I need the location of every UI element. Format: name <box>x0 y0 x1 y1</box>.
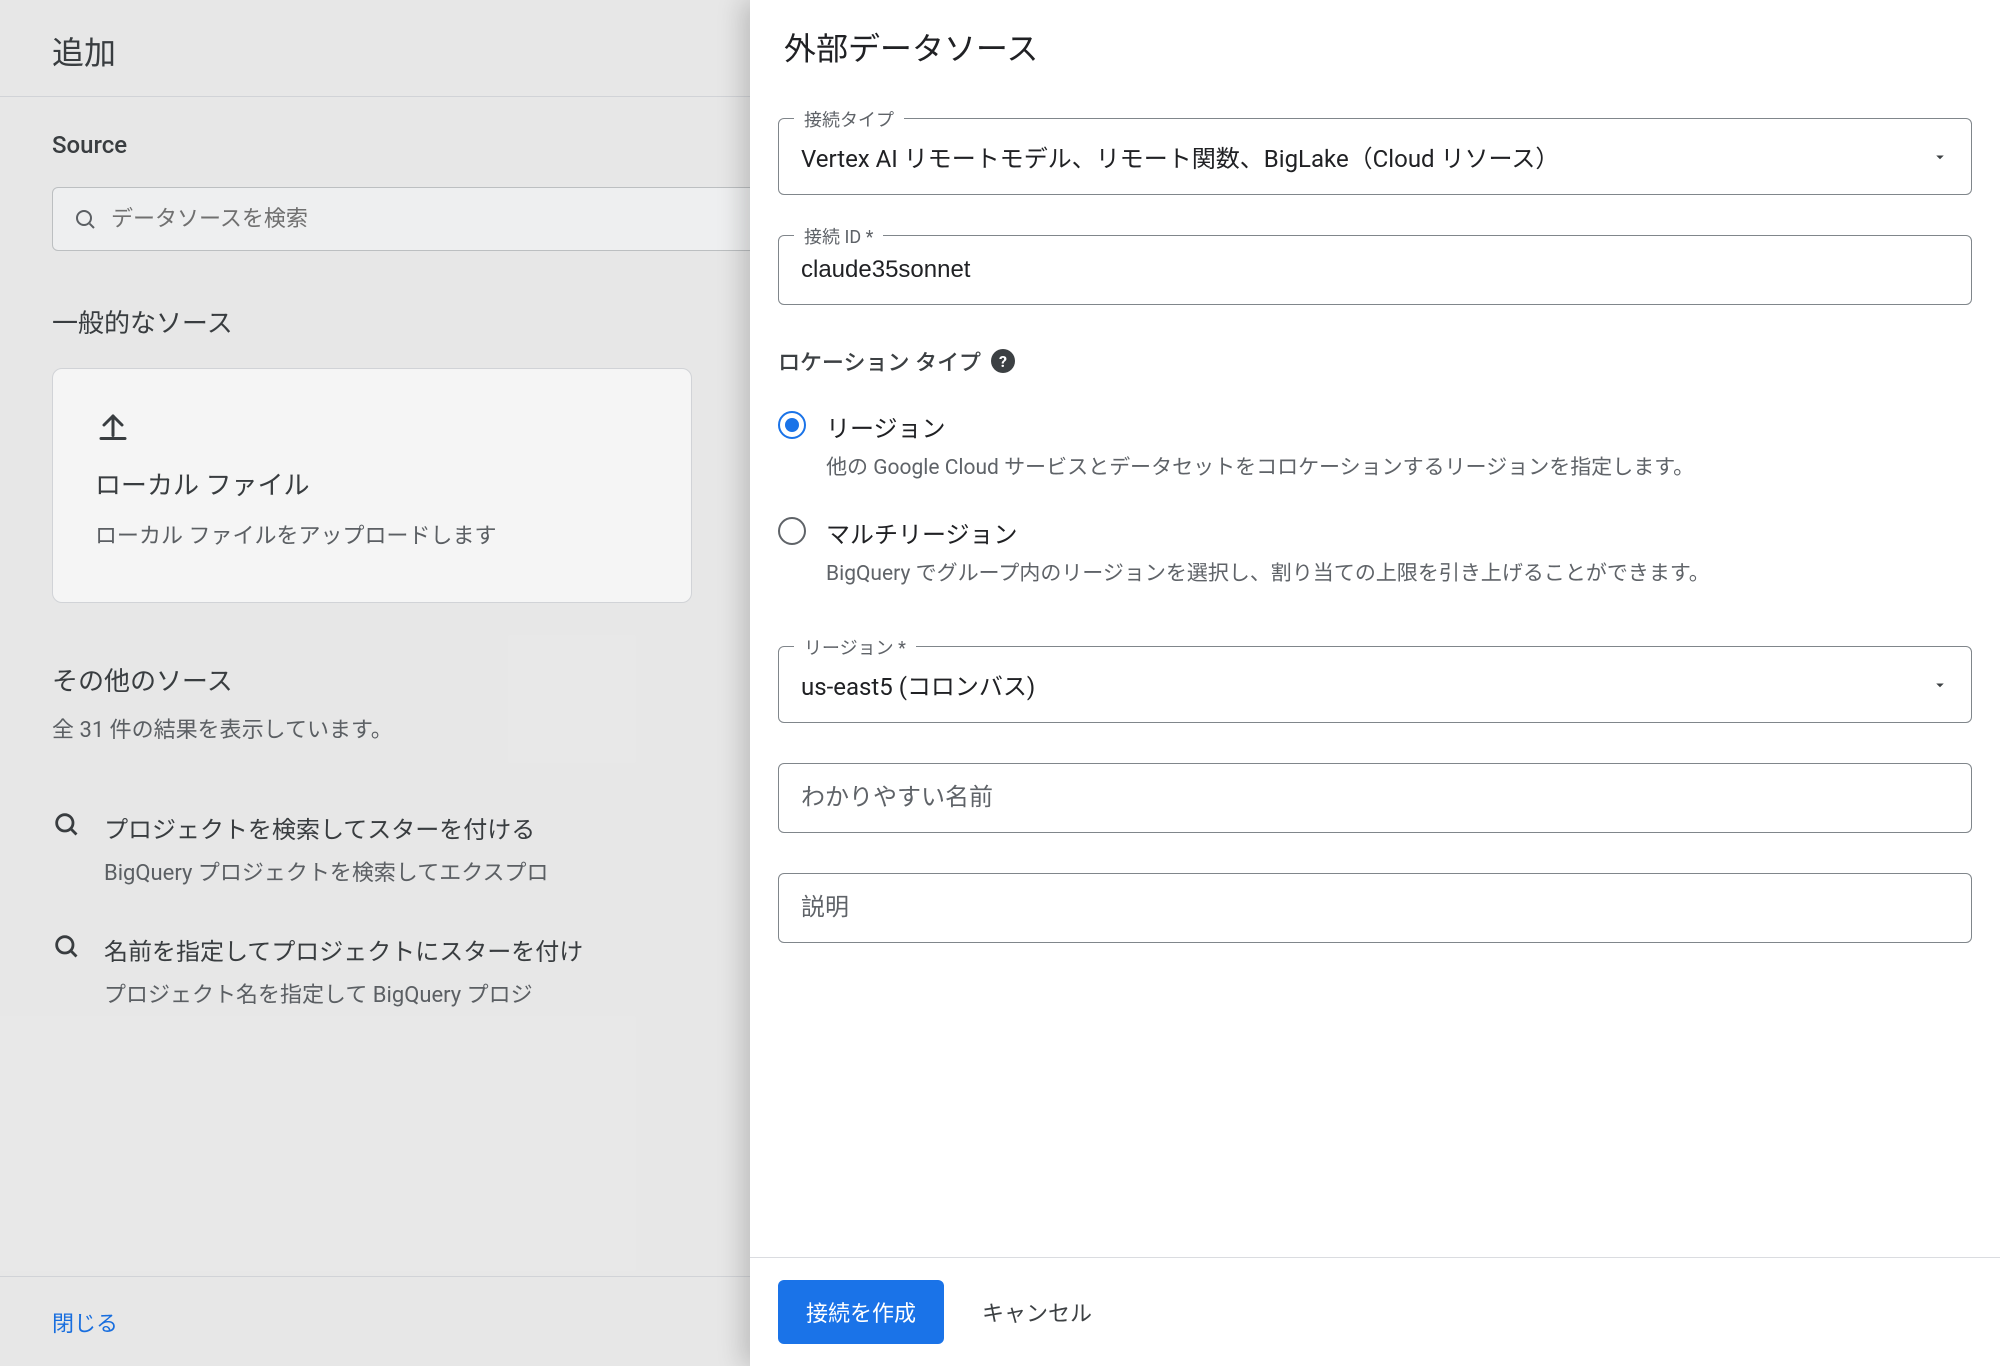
source-card-local-file[interactable]: ローカル ファイル ローカル ファイルをアップロードします <box>52 368 692 603</box>
connection-type-select[interactable]: Vertex AI リモートモデル、リモート関数、BigLake（Cloud リ… <box>778 118 1972 195</box>
source-card-title: ローカル ファイル <box>95 465 649 502</box>
friendly-name-field <box>778 763 1972 833</box>
connection-id-field: 接続 ID * <box>778 235 1972 305</box>
location-type-label: ロケーション タイプ <box>778 345 981 377</box>
chevron-down-icon <box>1931 676 1949 694</box>
create-connection-button[interactable]: 接続を作成 <box>778 1280 944 1344</box>
close-button[interactable]: 閉じる <box>52 1306 118 1338</box>
search-icon <box>73 207 97 231</box>
other-source-row-desc: プロジェクト名を指定して BigQuery プロジ <box>104 977 583 1009</box>
radio-icon <box>778 411 806 439</box>
help-icon[interactable]: ? <box>991 349 1015 373</box>
other-source-row-title: 名前を指定してプロジェクトにスターを付け <box>104 932 583 967</box>
radio-region-title: リージョン <box>826 409 1694 444</box>
other-source-row-desc: BigQuery プロジェクトを検索してエクスプロ <box>104 855 549 887</box>
friendly-name-input[interactable] <box>801 784 1949 812</box>
external-data-source-drawer: 外部データソース 接続タイプ Vertex AI リモートモデル、リモート関数、… <box>750 0 2000 1366</box>
location-type-radio-group: リージョン 他の Google Cloud サービスとデータセットをコロケーショ… <box>778 401 1972 612</box>
drawer-title: 外部データソース <box>750 0 2000 100</box>
radio-region-desc: 他の Google Cloud サービスとデータセットをコロケーションするリージ… <box>826 452 1694 485</box>
description-field <box>778 873 1972 943</box>
chevron-down-icon <box>1931 148 1949 166</box>
search-icon <box>52 932 80 960</box>
connection-id-input[interactable] <box>801 256 1949 284</box>
region-field: リージョン * us-east5 (コロンバス) <box>778 646 1972 723</box>
radio-region[interactable]: リージョン 他の Google Cloud サービスとデータセットをコロケーショ… <box>778 401 1972 507</box>
connection-type-value: Vertex AI リモートモデル、リモート関数、BigLake（Cloud リ… <box>801 139 1559 174</box>
connection-id-label: 接続 ID * <box>794 223 883 249</box>
upload-icon <box>95 407 649 443</box>
connection-type-field: 接続タイプ Vertex AI リモートモデル、リモート関数、BigLake（C… <box>778 118 1972 195</box>
region-value: us-east5 (コロンバス) <box>801 667 1035 702</box>
region-select[interactable]: us-east5 (コロンバス) <box>778 646 1972 723</box>
search-icon <box>52 810 80 838</box>
connection-type-label: 接続タイプ <box>794 106 904 132</box>
radio-multiregion-desc: BigQuery でグループ内のリージョンを選択し、割り当ての上限を引き上げるこ… <box>826 558 1710 591</box>
radio-multiregion-title: マルチリージョン <box>826 515 1710 550</box>
radio-icon <box>778 517 806 545</box>
cancel-button[interactable]: キャンセル <box>982 1296 1092 1328</box>
radio-multiregion[interactable]: マルチリージョン BigQuery でグループ内のリージョンを選択し、割り当ての… <box>778 507 1972 613</box>
description-input[interactable] <box>801 894 1949 922</box>
other-source-row-title: プロジェクトを検索してスターを付ける <box>104 810 549 845</box>
region-label: リージョン * <box>794 634 916 660</box>
source-card-desc: ローカル ファイルをアップロードします <box>95 520 649 554</box>
